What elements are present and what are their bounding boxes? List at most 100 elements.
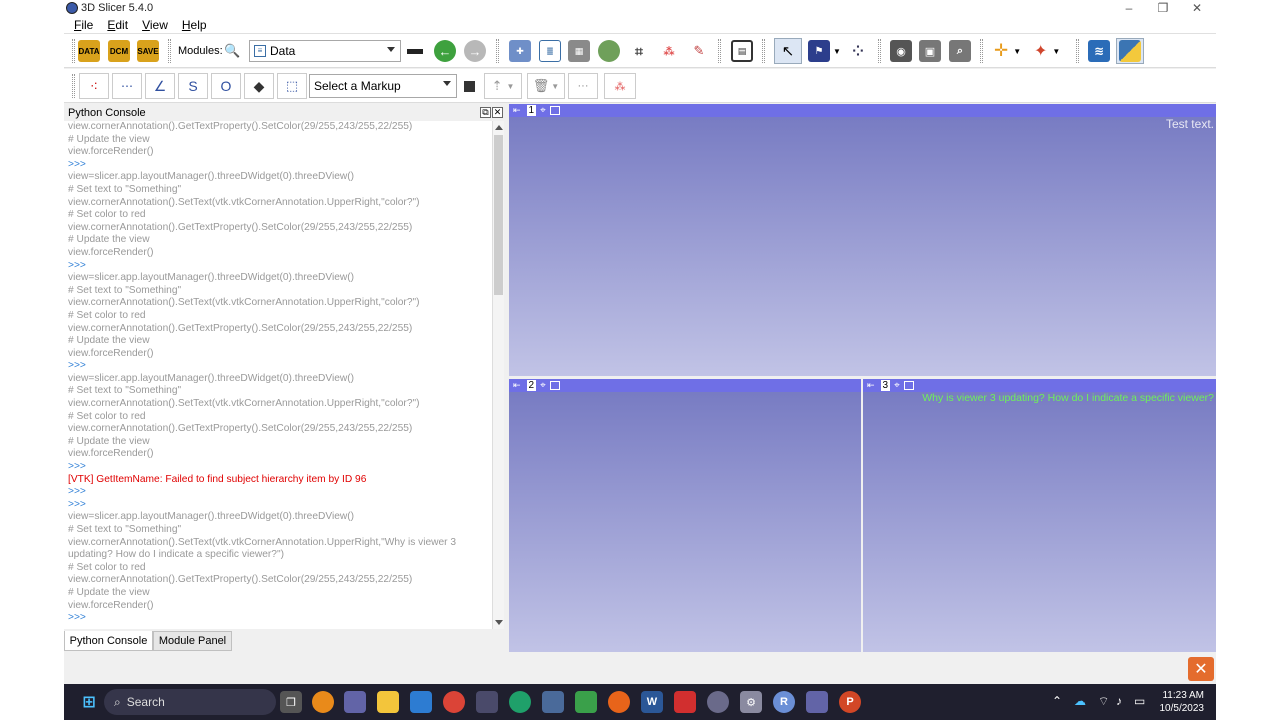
crosshair-mode-button[interactable]: ⁘ [847, 39, 869, 63]
menu-view[interactable]: View [142, 18, 168, 32]
create-roi-button[interactable]: ⬚ [277, 73, 307, 99]
create-curve-button[interactable]: S [178, 73, 208, 99]
screenshot-button[interactable]: ◉ [890, 39, 912, 63]
toolbar-grip[interactable] [72, 39, 75, 63]
console-output[interactable]: view.cornerAnnotation().GetTextProperty(… [64, 121, 492, 629]
slicer-taskbar-icon[interactable] [476, 691, 498, 713]
back-button[interactable]: ← [434, 39, 456, 63]
menu-edit[interactable]: Edit [107, 18, 128, 32]
app-icon[interactable] [542, 691, 564, 713]
chat-icon[interactable] [344, 691, 366, 713]
widgets-icon[interactable] [312, 691, 334, 713]
toolbar-grip[interactable] [168, 39, 171, 63]
app-icon[interactable] [707, 691, 729, 713]
toolbar-grip[interactable] [72, 74, 75, 98]
clock[interactable]: 11:23 AM 10/5/2023 [1160, 689, 1205, 715]
app-icon[interactable] [575, 691, 597, 713]
forward-button[interactable]: → [464, 39, 486, 63]
toolbar-grip[interactable] [496, 39, 499, 63]
pin-icon[interactable]: ⇤ [513, 380, 521, 391]
settings-icon[interactable]: ⚙ [740, 691, 762, 713]
load-dicom-button[interactable]: DCM [108, 39, 130, 63]
module-history-button[interactable] [407, 39, 423, 63]
layout-button[interactable]: ▤ [731, 39, 753, 63]
teams-icon[interactable] [806, 691, 828, 713]
restore-button[interactable]: ❐ [1146, 0, 1180, 16]
edge-icon[interactable] [509, 691, 531, 713]
store-icon[interactable] [410, 691, 432, 713]
r-icon[interactable]: R [773, 691, 795, 713]
file-explorer-icon[interactable] [377, 691, 399, 713]
module-search-button[interactable]: 🔍 [224, 39, 240, 63]
error-log-button[interactable]: ✕ [1188, 657, 1214, 681]
volume-icon[interactable]: ♪ [1116, 694, 1122, 708]
maximize-view-icon[interactable] [549, 381, 560, 390]
onedrive-icon[interactable]: ☁ [1074, 694, 1086, 708]
toolbar-grip[interactable] [718, 39, 721, 63]
place-markup-button[interactable]: ⇡ ▼ [484, 73, 522, 99]
module-selector[interactable]: ≡ Data [249, 40, 401, 62]
tab-python-console[interactable]: Python Console [64, 631, 153, 651]
models-button[interactable] [598, 39, 620, 63]
markup-selector[interactable]: Select a Markup [309, 74, 457, 98]
volume-rendering-button[interactable]: ▦ [568, 39, 590, 63]
menu-file[interactable]: File [74, 18, 93, 32]
scene-view-search-button[interactable]: ⌕ [949, 39, 971, 63]
toolbar-grip[interactable] [980, 39, 983, 63]
delete-markup-button[interactable]: 🗑 ▼ [527, 73, 565, 99]
chevron-up-icon[interactable]: ⌃ [1052, 694, 1062, 708]
segment-editor-button[interactable]: ✎ [688, 39, 710, 63]
minimize-button[interactable]: – [1112, 0, 1146, 16]
task-view-icon[interactable]: ❐ [280, 691, 302, 713]
markups-module-shortcut-button[interactable]: ⁂ [604, 73, 636, 99]
windows-start-icon[interactable]: ⊞ [78, 691, 100, 713]
acrobat-icon[interactable] [674, 691, 696, 713]
undock-button[interactable]: ⧉ [480, 107, 491, 118]
data-module-button[interactable]: ≣ [539, 39, 561, 63]
wifi-icon[interactable]: ⌔ [1098, 694, 1109, 709]
tab-module-panel[interactable]: Module Panel [153, 631, 232, 651]
pin-icon[interactable]: ⇤ [513, 105, 521, 116]
create-closed-curve-button[interactable]: O [211, 73, 241, 99]
maximize-view-icon[interactable] [903, 381, 914, 390]
view-1[interactable]: ⇤ 1 ⌖ Test text. [509, 104, 1216, 376]
extensions-button[interactable]: ✚ [509, 39, 531, 63]
view-2[interactable]: ⇤ 2 ⌖ [509, 379, 861, 652]
create-point-list-button[interactable]: ⁖ [79, 73, 109, 99]
close-window-button[interactable]: ✕ [1180, 0, 1214, 16]
toolbar-grip[interactable] [762, 39, 765, 63]
center-view-icon[interactable]: ⌖ [894, 380, 900, 391]
slice-intersections-button[interactable]: ✦ ▼ [1034, 39, 1060, 63]
place-mode-button[interactable]: ⚑ ▼ [808, 39, 841, 63]
firefox-icon[interactable] [608, 691, 630, 713]
powerpoint-icon[interactable]: P [839, 691, 861, 713]
center-view-icon[interactable]: ⌖ [540, 105, 546, 116]
console-scrollbar[interactable] [492, 121, 504, 629]
scroll-down-icon[interactable] [495, 620, 503, 625]
markup-color-button[interactable] [460, 74, 478, 98]
scroll-up-icon[interactable] [495, 125, 503, 130]
create-line-button[interactable]: ⋯ [112, 73, 142, 99]
markups-module-button[interactable]: ⁂ [658, 39, 680, 63]
close-panel-button[interactable]: ✕ [492, 107, 503, 118]
toolbar-grip[interactable] [1076, 39, 1079, 63]
pin-icon[interactable]: ⇤ [867, 380, 875, 391]
menu-help[interactable]: Help [182, 18, 207, 32]
transforms-button[interactable]: ⌗ [628, 39, 650, 63]
python-console-button[interactable] [1116, 38, 1144, 64]
crosshair-button[interactable]: ✛ ▼ [994, 39, 1021, 63]
more-options-button[interactable]: ··· [568, 73, 598, 99]
chrome-icon[interactable] [443, 691, 465, 713]
maximize-view-icon[interactable] [549, 106, 560, 115]
select-mode-button[interactable]: ↖ [774, 38, 802, 64]
scrollbar-thumb[interactable] [494, 135, 503, 295]
view-3[interactable]: ⇤ 3 ⌖ Why is viewer 3 updating? How do I… [863, 379, 1216, 652]
load-data-button[interactable]: DATA [78, 39, 100, 63]
word-icon[interactable]: W [641, 691, 663, 713]
taskbar-search[interactable]: ⌕ Search [104, 689, 276, 715]
create-plane-button[interactable]: ◆ [244, 73, 274, 99]
center-view-icon[interactable]: ⌖ [540, 380, 546, 391]
create-angle-button[interactable]: ∠ [145, 73, 175, 99]
scene-view-button[interactable]: ▣ [919, 39, 941, 63]
battery-icon[interactable]: ▭ [1134, 694, 1145, 708]
